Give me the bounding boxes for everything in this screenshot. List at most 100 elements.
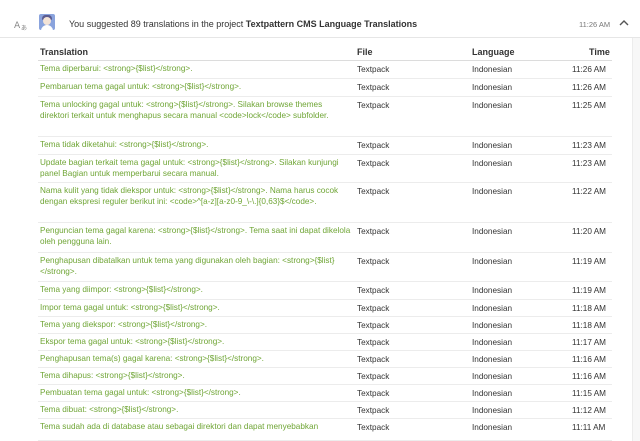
time-cell: 11:23 AM <box>572 141 606 150</box>
activity-summary: You suggested 89 translations in the pro… <box>69 19 417 29</box>
time-cell: 11:18 AM <box>572 304 606 313</box>
file-cell: Textpack <box>357 83 390 92</box>
table-row[interactable]: Penghapusan dibatalkan untuk tema yang d… <box>38 253 612 282</box>
file-cell: Textpack <box>357 372 390 381</box>
translation-cell[interactable]: Tema yang diimpor: <strong>{$list}</stro… <box>40 285 352 296</box>
translation-cell[interactable]: Ekspor tema gagal untuk: <strong>{$list}… <box>40 337 352 348</box>
file-cell: Textpack <box>357 304 390 313</box>
translation-cell[interactable]: Pembaruan tema gagal untuk: <strong>{$li… <box>40 82 352 93</box>
column-header-time: Time <box>589 47 610 57</box>
table-row[interactable]: Tema yang diimpor: <strong>{$list}</stro… <box>38 282 612 300</box>
file-cell: Textpack <box>357 423 390 432</box>
scrollbar[interactable] <box>632 38 640 441</box>
translation-cell[interactable]: Penguncian tema gagal karena: <strong>{$… <box>40 226 352 247</box>
activity-header: A あ You suggested 89 translations in the… <box>0 0 640 48</box>
translation-cell[interactable]: Nama kulit yang tidak diekspor untuk: <s… <box>40 186 352 207</box>
translation-cell[interactable]: Impor tema gagal untuk: <strong>{$list}<… <box>40 303 352 314</box>
file-cell: Textpack <box>357 355 390 364</box>
language-cell: Indonesian <box>472 257 513 266</box>
time-cell: 11:16 AM <box>572 372 606 381</box>
svg-text:A: A <box>14 21 21 31</box>
time-cell: 11:20 AM <box>572 227 606 236</box>
table-row[interactable]: Tema unlocking gagal untuk: <strong>{$li… <box>38 97 612 137</box>
table-row[interactable]: Ekspor tema gagal untuk: <strong>{$list}… <box>38 334 612 351</box>
language-cell: Indonesian <box>472 65 513 74</box>
language-cell: Indonesian <box>472 286 513 295</box>
time-cell: 11:12 AM <box>572 406 606 415</box>
time-cell: 11:15 AM <box>572 389 606 398</box>
language-cell: Indonesian <box>472 159 513 168</box>
table-row[interactable]: Tema tidak diketahui: <strong>{$list}</s… <box>38 137 612 155</box>
column-header-file: File <box>357 47 373 57</box>
language-cell: Indonesian <box>472 406 513 415</box>
time-cell: 11:11 AM <box>572 423 606 432</box>
translate-icon: A あ <box>14 21 27 31</box>
language-cell: Indonesian <box>472 321 513 330</box>
file-cell: Textpack <box>357 406 390 415</box>
table-row[interactable]: Tema sudah ada di database atau sebagai … <box>38 419 612 441</box>
translation-cell[interactable]: Tema sudah ada di database atau sebagai … <box>40 422 352 433</box>
translation-cell[interactable]: Penghapusan tema(s) gagal karena: <stron… <box>40 354 352 365</box>
table-row[interactable]: Tema dihapus: <strong>{$list}</strong>. T… <box>38 368 612 385</box>
table-row[interactable]: Tema dibuat: <strong>{$list}</strong>. Te… <box>38 402 612 419</box>
svg-text:あ: あ <box>21 25 27 31</box>
language-cell: Indonesian <box>472 372 513 381</box>
translation-cell[interactable]: Tema yang diekspor: <strong>{$list}</str… <box>40 320 352 331</box>
file-cell: Textpack <box>357 227 390 236</box>
file-cell: Textpack <box>357 321 390 330</box>
table-row[interactable]: Pembuatan tema gagal untuk: <strong>{$li… <box>38 385 612 402</box>
language-cell: Indonesian <box>472 338 513 347</box>
file-cell: Textpack <box>357 286 390 295</box>
time-cell: 11:16 AM <box>572 355 606 364</box>
file-cell: Textpack <box>357 338 390 347</box>
table-row[interactable]: Update bagian terkait tema gagal untuk: … <box>38 155 612 183</box>
time-cell: 11:25 AM <box>572 101 606 110</box>
table-row[interactable]: Tema diperbarui: <strong>{$list}</strong… <box>38 61 612 79</box>
time-cell: 11:19 AM <box>572 286 606 295</box>
time-cell: 11:26 AM <box>572 83 606 92</box>
time-cell: 11:17 AM <box>572 338 606 347</box>
translation-cell[interactable]: Update bagian terkait tema gagal untuk: … <box>40 158 352 179</box>
translation-cell[interactable]: Tema dibuat: <strong>{$list}</strong>. <box>40 405 352 416</box>
avatar[interactable] <box>39 14 55 30</box>
language-cell: Indonesian <box>472 355 513 364</box>
file-cell: Textpack <box>357 389 390 398</box>
translation-cell[interactable]: Penghapusan dibatalkan untuk tema yang d… <box>40 256 352 277</box>
project-link[interactable]: Textpattern CMS Language Translations <box>246 19 417 29</box>
language-cell: Indonesian <box>472 227 513 236</box>
translation-cell[interactable]: Pembuatan tema gagal untuk: <strong>{$li… <box>40 388 352 399</box>
time-cell: 11:23 AM <box>572 159 606 168</box>
file-cell: Textpack <box>357 257 390 266</box>
summary-text: You suggested 89 translations in the pro… <box>69 19 246 29</box>
time-cell: 11:26 AM <box>572 65 606 74</box>
translation-cell[interactable]: Tema tidak diketahui: <strong>{$list}</s… <box>40 140 352 151</box>
file-cell: Textpack <box>357 187 390 196</box>
file-cell: Textpack <box>357 101 390 110</box>
language-cell: Indonesian <box>472 141 513 150</box>
table-row[interactable]: Pembaruan tema gagal untuk: <strong>{$li… <box>38 79 612 97</box>
translation-cell[interactable]: Tema diperbarui: <strong>{$list}</strong… <box>40 64 352 75</box>
time-cell: 11:18 AM <box>572 321 606 330</box>
time-cell: 11:22 AM <box>572 187 606 196</box>
translations-table: Tema diperbarui: <strong>{$list}</strong… <box>38 61 612 441</box>
table-row[interactable]: Penguncian tema gagal karena: <strong>{$… <box>38 223 612 253</box>
column-header-language: Language <box>472 47 515 57</box>
column-header-translation: Translation <box>40 47 89 57</box>
translation-cell[interactable]: Tema unlocking gagal untuk: <strong>{$li… <box>40 100 352 121</box>
language-cell: Indonesian <box>472 187 513 196</box>
header-divider <box>0 37 640 38</box>
language-cell: Indonesian <box>472 83 513 92</box>
time-cell: 11:19 AM <box>572 257 606 266</box>
language-cell: Indonesian <box>472 101 513 110</box>
language-cell: Indonesian <box>472 423 513 432</box>
table-row[interactable]: Tema yang diekspor: <strong>{$list}</str… <box>38 317 612 334</box>
translation-cell[interactable]: Tema dihapus: <strong>{$list}</strong>. <box>40 371 352 382</box>
chevron-up-icon[interactable] <box>619 19 629 27</box>
file-cell: Textpack <box>357 141 390 150</box>
file-cell: Textpack <box>357 65 390 74</box>
table-row[interactable]: Nama kulit yang tidak diekspor untuk: <s… <box>38 183 612 223</box>
table-row[interactable]: Impor tema gagal untuk: <strong>{$list}<… <box>38 300 612 317</box>
file-cell: Textpack <box>357 159 390 168</box>
table-row[interactable]: Penghapusan tema(s) gagal karena: <stron… <box>38 351 612 368</box>
activity-time: 11:26 AM <box>579 20 611 29</box>
